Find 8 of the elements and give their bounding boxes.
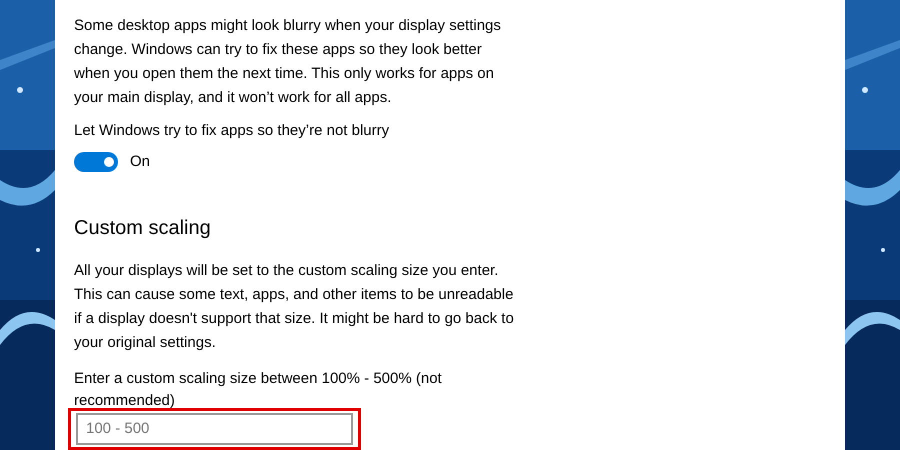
intro-text: Some desktop apps might look blurry when your display settings change. Windows can try to fix these apps so they look better when you open them the next time. This only works for apps on your main display, and it won’t work for all apps. (74, 16, 502, 108)
toggle-switch[interactable] (74, 152, 118, 172)
section-heading: Custom scaling (74, 216, 212, 240)
toggle-state: On (130, 152, 150, 172)
toggle-label: Let Windows try to fix apps so they’re not blurry (74, 121, 390, 141)
scaling-input[interactable]: 100 - 500 (76, 412, 353, 445)
field-label: Enter a custom scaling size between 100% - 500% (not recommended) (74, 368, 443, 410)
description-text: All your displays will be set to the custom scaling size you enter. This can cause some text, apps, and other items to be unreadable if a display doesn't support that size. It might be hard to go back to your original settings. (74, 260, 515, 352)
